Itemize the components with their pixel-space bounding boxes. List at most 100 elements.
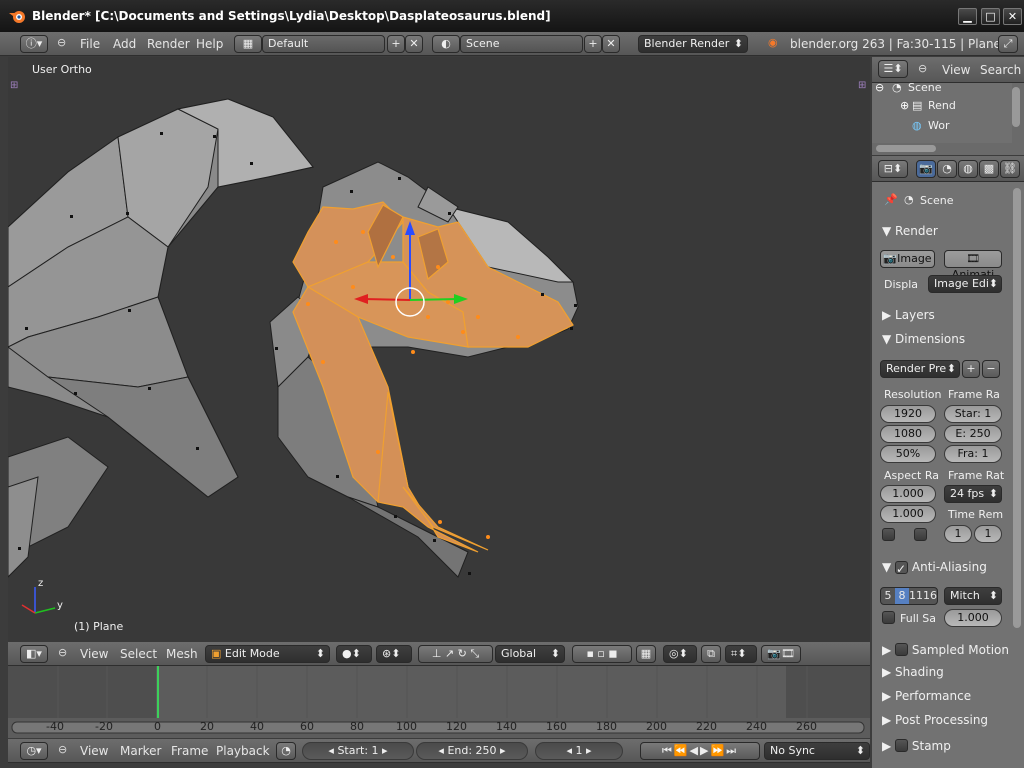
aa-sample-option-selected[interactable]: 8 xyxy=(895,588,909,604)
frame-end-field[interactable]: E: 250 xyxy=(944,425,1002,443)
time-remap-new-field[interactable]: 1 xyxy=(974,525,1002,543)
scene-tab-icon[interactable]: ◔ xyxy=(937,160,957,178)
select-mode-buttons[interactable]: ▪ ▫ ◼ xyxy=(572,645,632,663)
outliner-menu-view[interactable]: View xyxy=(942,63,970,77)
performance-panel-header[interactable]: ▶ Performance xyxy=(882,689,971,703)
aa-sample-option[interactable]: 16 xyxy=(923,588,937,604)
render-tab-icon[interactable]: 📷 xyxy=(916,160,936,178)
timeline-menu-view[interactable]: View xyxy=(80,744,108,758)
collapse-menu-icon[interactable]: ⊖ xyxy=(58,646,67,659)
snap-toggle-button[interactable]: ⧉ xyxy=(701,645,721,663)
timeline-menu-playback[interactable]: Playback xyxy=(216,744,270,758)
menu-view[interactable]: View xyxy=(80,647,108,661)
current-frame-field[interactable]: ◂ 1 ▸ xyxy=(535,742,623,760)
timeline-area[interactable]: -40 -20 0 20 40 60 80 100 120 140 160 18… xyxy=(8,666,870,738)
end-frame-field[interactable]: ◂ End: 250 ▸ xyxy=(416,742,528,760)
outliner-hscrollbar[interactable] xyxy=(876,145,936,152)
display-dropdown[interactable]: Image Edi ⬍ xyxy=(928,275,1002,293)
aa-filter-dropdown[interactable]: Mitch ⬍ xyxy=(944,587,1002,605)
shading-panel-header[interactable]: ▶ Shading xyxy=(882,665,944,679)
collapse-timeline-icon[interactable]: ⊖ xyxy=(58,743,67,756)
add-preset-button[interactable]: + xyxy=(962,360,980,378)
fullscreen-button[interactable]: ⤢ xyxy=(998,35,1018,53)
menu-render[interactable]: Render xyxy=(147,37,190,51)
properties-scrollbar[interactable] xyxy=(1013,188,1021,628)
aa-sample-option[interactable]: 11 xyxy=(909,588,923,604)
anti-aliasing-panel-header[interactable]: ▼ ✓ Anti-Aliasing xyxy=(882,559,987,576)
menu-add[interactable]: Add xyxy=(113,37,136,51)
frame-start-field[interactable]: Star: 1 xyxy=(944,405,1002,423)
viewport-shading-dropdown[interactable]: ●⬍ xyxy=(336,645,372,663)
timeline-ruler[interactable]: -40 -20 0 20 40 60 80 100 120 140 160 18… xyxy=(8,719,870,733)
sampled-motion-panel-header[interactable]: ▶ Sampled Motion xyxy=(882,641,1009,657)
render-presets-dropdown[interactable]: Render Pre ⬍ xyxy=(880,360,960,378)
manipulator-buttons[interactable]: ⊥ ↗ ↻ ⤡ xyxy=(418,645,493,663)
region-toggle-icon[interactable]: ⊞ xyxy=(10,80,18,91)
timeline-menu-frame[interactable]: Frame xyxy=(171,744,208,758)
resolution-x-field[interactable]: 1920 xyxy=(880,405,936,423)
screen-layout-field[interactable]: Default xyxy=(262,35,385,53)
3d-viewport[interactable]: User Ortho (1) Plane y z ⊞ ⊞ xyxy=(8,57,870,642)
expand-icon[interactable]: ⊖ xyxy=(875,81,884,94)
expand-icon[interactable]: ⊕ xyxy=(900,99,909,112)
post-processing-panel-header[interactable]: ▶ Post Processing xyxy=(882,713,988,727)
outliner-scrollbar[interactable] xyxy=(1012,87,1020,127)
menu-select[interactable]: Select xyxy=(120,647,157,661)
aa-filter-size-field[interactable]: 1.000 xyxy=(944,609,1002,627)
aspect-y-field[interactable]: 1.000 xyxy=(880,505,936,523)
world-tab-icon[interactable]: ◍ xyxy=(958,160,978,178)
close-button[interactable]: ✕ xyxy=(1003,8,1022,25)
resolution-percentage-field[interactable]: 50% xyxy=(880,445,936,463)
frame-step-field[interactable]: Fra: 1 xyxy=(944,445,1002,463)
minimize-button[interactable]: ▁ xyxy=(958,8,977,25)
render-image-button[interactable]: 📷Image xyxy=(880,250,935,268)
delete-scene-button[interactable]: ✕ xyxy=(602,35,620,53)
remove-preset-button[interactable]: − xyxy=(982,360,1000,378)
add-scene-button[interactable]: + xyxy=(584,35,602,53)
render-panel-header[interactable]: ▼ Render xyxy=(882,224,938,238)
full-sample-checkbox[interactable] xyxy=(882,611,895,624)
snap-element-dropdown[interactable]: ⌗⬍ xyxy=(725,645,757,663)
stamp-panel-header[interactable]: ▶ Stamp xyxy=(882,737,951,753)
border-checkbox[interactable] xyxy=(882,528,895,541)
playback-controls[interactable]: ⏮⏪◀▶⏩⏭ xyxy=(640,742,760,760)
menu-file[interactable]: File xyxy=(80,37,100,51)
outliner-editor-type-button[interactable]: ☰⬍ xyxy=(878,60,908,78)
mode-dropdown[interactable]: ▣ Edit Mode ⬍ xyxy=(205,645,330,663)
aa-sample-option[interactable]: 5 xyxy=(881,588,895,604)
collapse-icon[interactable]: ⊖ xyxy=(57,36,66,49)
aspect-x-field[interactable]: 1.000 xyxy=(880,485,936,503)
menu-mesh[interactable]: Mesh xyxy=(166,647,198,661)
outliner-item[interactable]: Scene xyxy=(908,81,942,94)
mesh-canvas[interactable] xyxy=(8,57,870,642)
pivot-point-dropdown[interactable]: ⊛⬍ xyxy=(376,645,412,663)
menu-help[interactable]: Help xyxy=(196,37,223,51)
maximize-button[interactable]: □ xyxy=(981,8,1000,25)
collapse-outliner-icon[interactable]: ⊖ xyxy=(918,62,927,75)
aa-samples-selector[interactable]: 5 8 11 16 xyxy=(880,587,938,605)
3d-editor-type-button[interactable]: ◧▾ xyxy=(20,645,48,663)
outliner-tree[interactable]: ⊖ ◔ Scene ⊕ ▤ Rend ◍ Wor xyxy=(872,81,1012,143)
constraints-tab-icon[interactable]: ⛓ xyxy=(1000,160,1020,178)
frame-rate-dropdown[interactable]: 24 fps ⬍ xyxy=(944,485,1002,503)
proportional-edit-dropdown[interactable]: ◎⬍ xyxy=(663,645,697,663)
resolution-y-field[interactable]: 1080 xyxy=(880,425,936,443)
screen-layout-icon[interactable]: ▦ xyxy=(234,35,262,53)
scene-field[interactable]: Scene xyxy=(460,35,583,53)
pin-icon[interactable]: 📌 xyxy=(884,193,898,206)
properties-editor[interactable]: ⊟⬍ 📷 ◔ ◍ ▩ ⛓ 📌 ◔ Scene ▼ Render 📷Image 🎞… xyxy=(872,156,1024,768)
time-remap-old-field[interactable]: 1 xyxy=(944,525,972,543)
crop-checkbox[interactable] xyxy=(914,528,927,541)
start-frame-field[interactable]: ◂ Start: 1 ▸ xyxy=(302,742,414,760)
occlude-geometry-button[interactable]: ▦ xyxy=(636,645,656,663)
timeline-menu-marker[interactable]: Marker xyxy=(120,744,161,758)
layers-panel-header[interactable]: ▶ Layers xyxy=(882,308,935,322)
timeline-editor-type-button[interactable]: ◷▾ xyxy=(20,742,48,760)
outliner-menu-search[interactable]: Search xyxy=(980,63,1021,77)
outliner-item[interactable]: Wor xyxy=(928,119,949,132)
use-preview-range-button[interactable]: ◔ xyxy=(276,742,296,760)
region-toggle-right-icon[interactable]: ⊞ xyxy=(858,80,866,91)
outliner[interactable]: ☰⬍ ⊖ View Search ⊖ ◔ Scene ⊕ ▤ Rend ◍ Wo… xyxy=(872,57,1024,155)
orientation-dropdown[interactable]: Global ⬍ xyxy=(495,645,565,663)
delete-screen-button[interactable]: ✕ xyxy=(405,35,423,53)
